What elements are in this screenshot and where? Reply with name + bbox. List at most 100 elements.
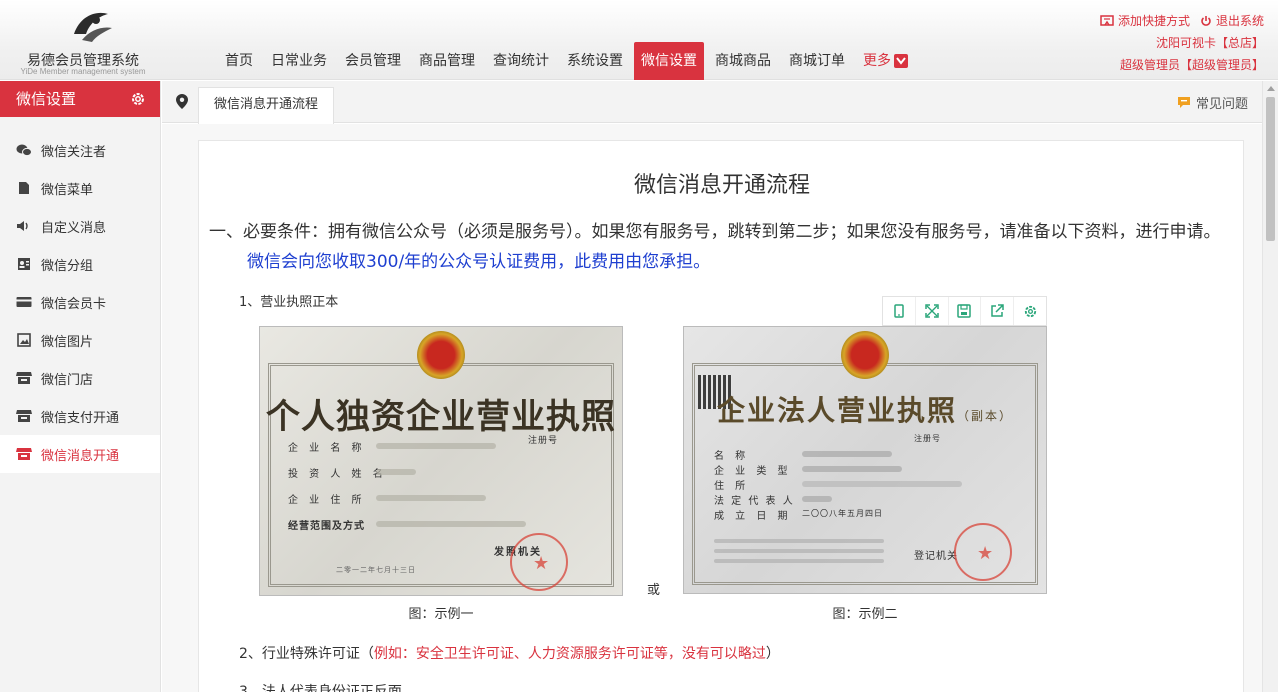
document-icon: [16, 180, 32, 196]
main-content: 微信消息开通流程 一、必要条件：拥有微信公众号（必须是服务号）。如果您有服务号，…: [162, 124, 1262, 692]
nav-mall-products[interactable]: 商城商品: [708, 42, 778, 80]
step1-text: 一、必要条件：拥有微信公众号（必须是服务号）。如果您有服务号，跳转到第二步；如果…: [209, 222, 1221, 242]
certificate-field: 住 所: [714, 481, 750, 492]
certificate-established-date: 二〇〇八年五月四日: [802, 509, 883, 518]
nav-query-statistics[interactable]: 查询统计: [486, 42, 556, 80]
tab-bar: 微信消息开通流程 常见问题: [162, 81, 1262, 124]
sidebar-title: 微信设置: [16, 90, 77, 108]
chevron-down-icon: [894, 54, 908, 68]
nav-product-management[interactable]: 商品管理: [412, 42, 482, 80]
toolbar-fullscreen[interactable]: [916, 297, 949, 325]
scroll-up-arrow-icon[interactable]: [1267, 85, 1275, 91]
tab-wechat-message-process[interactable]: 微信消息开通流程: [198, 87, 335, 124]
speech-bubble-icon: [1177, 97, 1190, 108]
sidebar-item-label: 自定义消息: [41, 220, 107, 236]
nav-member-management[interactable]: 会员管理: [338, 42, 408, 80]
certificate-field: 企 业 类 型: [714, 466, 792, 477]
sidebar-item-wechat-member-card[interactable]: 微信会员卡: [0, 283, 160, 321]
nav-daily-business[interactable]: 日常业务: [264, 42, 334, 80]
sidebar-item-wechat-images[interactable]: 微信图片: [0, 321, 160, 359]
add-shortcut-link[interactable]: 添加快捷方式: [1100, 10, 1190, 32]
sidebar-item-label: 微信分组: [41, 258, 94, 274]
national-emblem: [417, 331, 465, 379]
certificate-reg-no-label: 注册号: [528, 436, 559, 446]
sidebar-item-wechat-pay-activation[interactable]: 微信支付开通: [0, 397, 160, 435]
document-title: 微信消息开通流程: [633, 173, 810, 198]
vertical-scrollbar[interactable]: [1262, 81, 1278, 692]
substep-special-permit: 2、行业特殊许可证（例如：安全卫生许可证、人力资源服务许可证等，没有可以略过）: [239, 643, 780, 663]
toolbar-save[interactable]: [949, 297, 982, 325]
current-store[interactable]: 沈阳可视卡【总店】: [1100, 32, 1264, 54]
nav-home[interactable]: 首页: [218, 42, 260, 80]
sidebar-item-wechat-message-activation[interactable]: 微信消息开通: [0, 435, 160, 473]
bookmark-icon: [1100, 15, 1114, 26]
nav-wechat-settings[interactable]: 微信设置: [634, 42, 704, 80]
blurred-text: [714, 539, 884, 543]
logout-label: 退出系统: [1215, 14, 1264, 28]
faq-label: 常见问题: [1195, 97, 1248, 112]
save-icon: [957, 304, 972, 318]
account-panel: 添加快捷方式 退出系统 沈阳可视卡【总店】 超级管理员【超级管理员】: [1100, 10, 1264, 76]
blurred-text: [714, 549, 884, 553]
certificate-field: 经营范围及方式: [288, 521, 365, 532]
substep-special-permit-example: 例如：安全卫生许可证、人力资源服务许可证等，没有可以略过: [373, 646, 766, 662]
license-sample-image-2[interactable]: 企业法人营业执照（副本） 注册号 名 称 企 业 类 型 住 所 法 定 代 表…: [683, 326, 1047, 594]
blurred-text: [802, 481, 962, 487]
phone-icon: [894, 304, 904, 318]
sidebar-item-wechat-stores[interactable]: 微信门店: [0, 359, 160, 397]
nav-system-settings[interactable]: 系统设置: [560, 42, 630, 80]
sidebar-header: 微信设置: [0, 81, 160, 117]
expand-icon: [924, 304, 939, 318]
brand-subtitle: YiDe Member management system: [20, 67, 146, 76]
toolbar-settings[interactable]: [1014, 297, 1046, 325]
sidebar-item-label: 微信门店: [41, 372, 94, 388]
scrollbar-thumb[interactable]: [1266, 97, 1275, 241]
gear-icon[interactable]: [130, 91, 146, 107]
nav-mall-orders[interactable]: 商城订单: [782, 42, 852, 80]
nav-more-label: 更多: [863, 53, 891, 69]
sidebar-item-label: 微信消息开通: [41, 448, 120, 464]
national-emblem: [841, 331, 889, 379]
sidebar-item-custom-message[interactable]: 自定义消息: [0, 207, 160, 245]
certificate-field: 成 立 日 期: [714, 511, 792, 522]
blurred-text: [802, 466, 902, 472]
top-header: 易德会员管理系统 YiDe Member management system 首…: [0, 0, 1278, 80]
or-separator: 或: [647, 583, 661, 598]
logo-mark-icon: [74, 12, 112, 42]
step1-highlight: 微信会向您收取300/年的公众号认证费用，此费用由您承担。: [247, 252, 711, 272]
logout-link[interactable]: 退出系统: [1200, 10, 1264, 32]
sidebar-item-wechat-group[interactable]: 微信分组: [0, 245, 160, 283]
image-caption-1: 图：示例一: [408, 607, 474, 622]
current-role[interactable]: 超级管理员【超级管理员】: [1100, 54, 1264, 76]
blurred-text: [802, 451, 892, 457]
share-icon: [991, 304, 1005, 317]
wechat-icon: [16, 142, 32, 158]
image-caption-2: 图：示例二: [832, 607, 898, 622]
certificate-field: 企 业 名 称: [288, 443, 366, 454]
certificate-reg-no-label: 注册号: [914, 434, 941, 443]
faq-link[interactable]: 常见问题: [1177, 93, 1248, 112]
blurred-text: [376, 469, 416, 475]
image-toolbar: [882, 296, 1047, 326]
contact-card-icon: [16, 256, 32, 272]
sidebar-item-label: 微信支付开通: [41, 410, 120, 426]
sidebar: 微信设置 微信关注者 微信菜单 自定义消息 微信分组 微信会员卡 微信图片 微信…: [0, 81, 161, 692]
license-sample-image-1[interactable]: 个人独资企业营业执照 注册号 企 业 名 称 投 资 人 姓 名 企 业 住 所…: [259, 326, 623, 596]
sidebar-item-wechat-menu[interactable]: 微信菜单: [0, 169, 160, 207]
sidebar-item-label: 微信菜单: [41, 182, 94, 198]
toolbar-original-size[interactable]: [883, 297, 916, 325]
red-seal: ★: [510, 533, 568, 591]
substep-business-license: 1、营业执照正本: [239, 295, 339, 310]
certificate-issuer: 登记机关: [914, 551, 958, 562]
power-icon: [1201, 16, 1211, 26]
blurred-text: [376, 521, 526, 527]
toolbar-share[interactable]: [981, 297, 1015, 325]
brand-logo[interactable]: 易德会员管理系统 YiDe Member management system: [8, 2, 158, 78]
store-icon: [16, 370, 32, 386]
store-icon: [16, 446, 32, 462]
image-icon: [16, 332, 32, 348]
nav-more[interactable]: 更多: [856, 42, 915, 80]
sidebar-item-wechat-followers[interactable]: 微信关注者: [0, 131, 160, 169]
speaker-icon: [16, 218, 32, 234]
location-pin-icon[interactable]: [176, 94, 188, 109]
